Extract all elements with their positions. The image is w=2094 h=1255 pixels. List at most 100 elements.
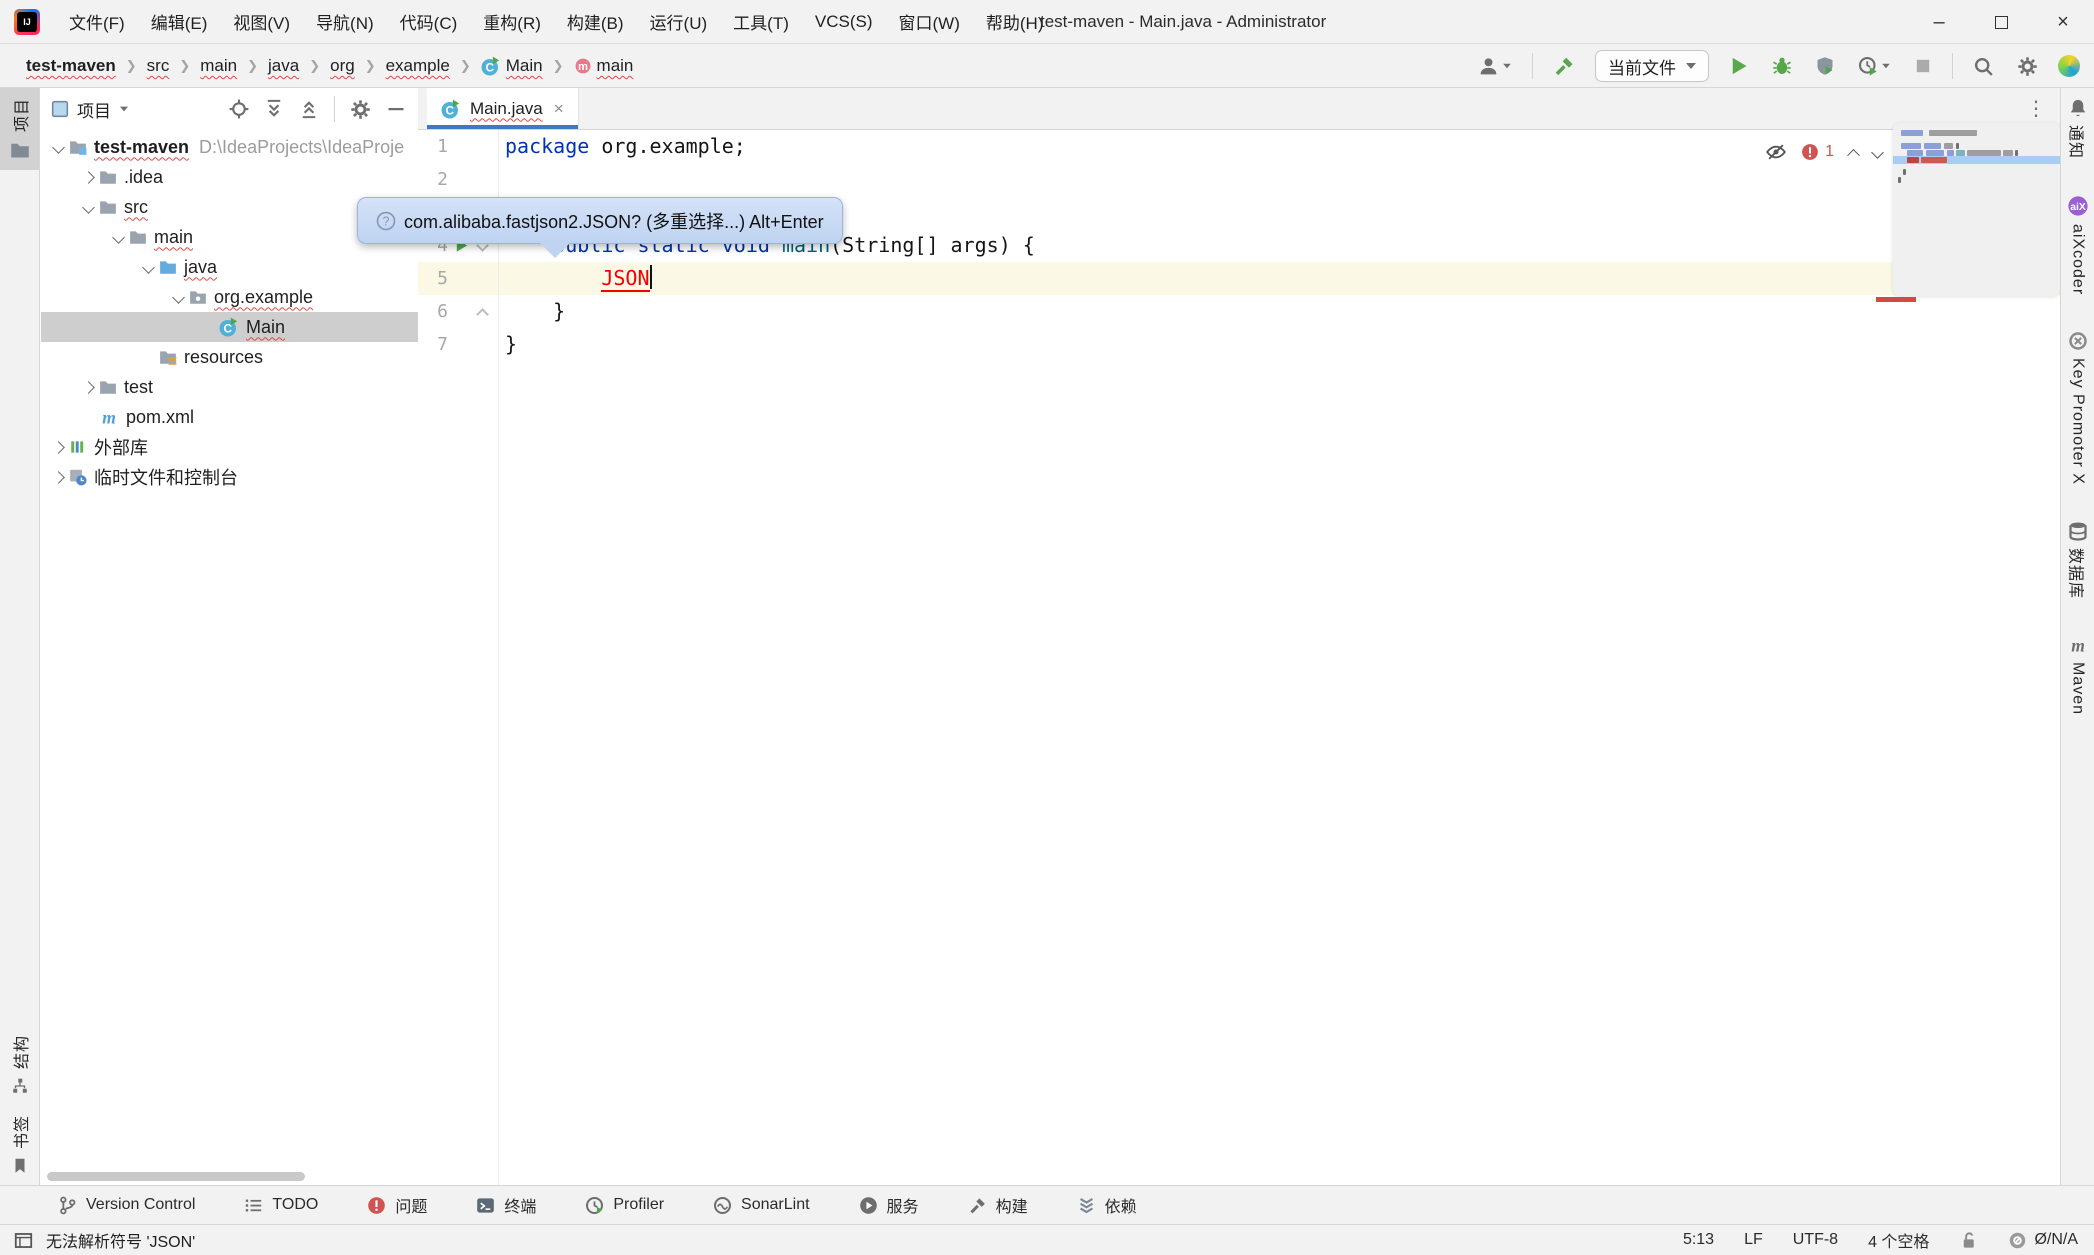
maximize-button[interactable] (1970, 0, 2032, 44)
file-encoding[interactable]: UTF-8 (1793, 1231, 1838, 1249)
tree-item-临时文件和控制台[interactable]: 临时文件和控制台 (41, 462, 418, 492)
tree-horizontal-scrollbar[interactable] (47, 1172, 305, 1181)
tree-item-.idea[interactable]: .idea (41, 162, 418, 192)
breadcrumb-item-example[interactable]: example (382, 53, 454, 79)
tree-item-org.example[interactable]: org.example (41, 282, 418, 312)
tool-window-button-Version Control[interactable]: Version Control (58, 1196, 195, 1215)
menu-窗口[interactable]: 窗口(W) (886, 0, 973, 43)
breadcrumb-item-main[interactable]: main (196, 53, 241, 79)
menu-运行[interactable]: 运行(U) (637, 0, 721, 43)
code-line-6[interactable]: 6 } (418, 295, 2060, 328)
error-stripe-mark[interactable] (1876, 297, 1916, 302)
fold-marker-icon[interactable] (476, 308, 489, 321)
run-configuration-select[interactable]: 当前文件 (1595, 50, 1709, 82)
breadcrumb-item-test-maven[interactable]: test-maven (22, 53, 120, 79)
highlighting-level-icon[interactable] (1766, 142, 1786, 162)
chevron-expanded-icon[interactable] (82, 201, 95, 214)
tree-item-pom.xml[interactable]: mpom.xml (41, 402, 418, 432)
tree-item-Main[interactable]: CMain (41, 312, 418, 342)
chevron-collapsed-icon[interactable] (52, 441, 65, 454)
collapse-all-button[interactable] (299, 99, 319, 119)
chevron-collapsed-icon[interactable] (82, 171, 95, 184)
tool-button-项目[interactable]: 项目 (0, 88, 39, 170)
next-error-icon[interactable] (1871, 146, 1884, 159)
tool-button-数据库[interactable]: 数据库 (2061, 521, 2094, 599)
profiler-button[interactable] (1855, 53, 1894, 79)
build-project-button[interactable] (1550, 52, 1578, 80)
tool-window-button-终端[interactable]: 终端 (476, 1193, 536, 1217)
tree-item-resources[interactable]: resources (41, 342, 418, 372)
debug-button[interactable] (1769, 53, 1795, 79)
search-everywhere-button[interactable] (1970, 53, 1997, 80)
tool-button-通知[interactable]: 通知 (2061, 98, 2094, 159)
tree-item-test[interactable]: test (41, 372, 418, 402)
tab-options-icon[interactable]: ⋮ (2026, 96, 2060, 121)
panel-options-button[interactable] (350, 99, 371, 120)
chevron-collapsed-icon[interactable] (82, 381, 95, 394)
ide-features-icon[interactable] (2058, 55, 2080, 77)
menu-VCS[interactable]: VCS(S) (802, 0, 886, 43)
line-ending[interactable]: LF (1744, 1231, 1763, 1249)
error-badge-icon[interactable] (1801, 143, 1819, 161)
tree-item-test-maven[interactable]: test-mavenD:\IdeaProjects\IdeaProje (41, 132, 418, 162)
tool-window-button-服务[interactable]: 服务 (859, 1193, 919, 1217)
chevron-expanded-icon[interactable] (172, 291, 185, 304)
user-menu-button[interactable] (1475, 53, 1515, 80)
tool-window-button-TODO[interactable]: TODO (244, 1196, 318, 1215)
structure-icon (11, 1077, 29, 1095)
stop-button[interactable] (1911, 54, 1935, 78)
tool-button-aiXcoder[interactable]: aiXaiXcoder (2061, 195, 2094, 295)
menu-构建[interactable]: 构建(B) (554, 0, 637, 43)
close-button[interactable]: × (2032, 0, 2094, 44)
indent-setting[interactable]: 4 个空格 (1868, 1228, 1929, 1252)
tree-item-java[interactable]: java (41, 252, 418, 282)
chevron-expanded-icon[interactable] (142, 261, 155, 274)
breadcrumb-item-java[interactable]: java (264, 53, 303, 79)
tool-window-button-构建[interactable]: 构建 (968, 1193, 1028, 1217)
minimize-button[interactable]: – (1908, 0, 1970, 44)
tool-window-button-SonarLint[interactable]: SonarLint (713, 1196, 810, 1215)
previous-error-icon[interactable] (1847, 148, 1860, 161)
code-minimap[interactable] (1893, 123, 2060, 296)
project-panel-title[interactable]: 项目 (51, 97, 129, 122)
tab-close-icon[interactable]: × (554, 99, 564, 119)
tab-main-java[interactable]: C Main.java × (427, 88, 579, 129)
chevron-expanded-icon[interactable] (112, 231, 125, 244)
tool-window-button-问题[interactable]: 问题 (367, 1193, 427, 1217)
breadcrumb-item-src[interactable]: src (143, 53, 174, 79)
tree-item-外部库[interactable]: 外部库 (41, 432, 418, 462)
expand-all-button[interactable] (264, 99, 284, 119)
code-line-7[interactable]: 7} (418, 328, 2060, 361)
tool-button-Key Promoter X[interactable]: Key Promoter X (2061, 331, 2094, 485)
run-button[interactable] (1726, 53, 1752, 79)
code-line-5[interactable]: 5 JSON (418, 262, 2060, 295)
lock-icon[interactable] (1959, 1231, 1978, 1250)
menu-工具[interactable]: 工具(T) (720, 0, 802, 43)
tool-window-layout-icon[interactable] (14, 1231, 33, 1250)
menu-代码[interactable]: 代码(C) (387, 0, 471, 43)
code-analysis-status[interactable]: Ø/N/A (2008, 1231, 2078, 1250)
code-line-2[interactable]: 2 (418, 163, 2060, 196)
select-opened-file-button[interactable] (229, 99, 249, 119)
chevron-expanded-icon[interactable] (52, 141, 65, 154)
caret-position[interactable]: 5:13 (1683, 1231, 1714, 1249)
menu-视图[interactable]: 视图(V) (220, 0, 303, 43)
breadcrumb-item-Main[interactable]: CMain (477, 53, 547, 79)
menu-编辑[interactable]: 编辑(E) (138, 0, 221, 43)
hide-panel-button[interactable] (386, 99, 406, 119)
tool-button-书签[interactable]: 书签 (0, 1105, 39, 1185)
chevron-collapsed-icon[interactable] (52, 471, 65, 484)
settings-button[interactable] (2014, 53, 2041, 80)
breadcrumb-separator-icon: ❯ (126, 58, 137, 74)
editor-body[interactable]: 1package org.example;234 public static v… (418, 130, 2060, 1185)
tool-button-Maven[interactable]: mMaven (2061, 635, 2094, 715)
menu-导航[interactable]: 导航(N) (303, 0, 387, 43)
tool-window-button-依赖[interactable]: 依赖 (1077, 1193, 1137, 1217)
run-with-coverage-button[interactable] (1812, 53, 1838, 79)
tool-button-结构[interactable]: 结构 (0, 1025, 39, 1105)
breadcrumb-item-org[interactable]: org (326, 53, 359, 79)
tool-window-button-Profiler[interactable]: Profiler (585, 1196, 664, 1215)
menu-文件[interactable]: 文件(F) (56, 0, 138, 43)
breadcrumb-item-main[interactable]: mmain (570, 53, 638, 79)
menu-重构[interactable]: 重构(R) (470, 0, 554, 43)
